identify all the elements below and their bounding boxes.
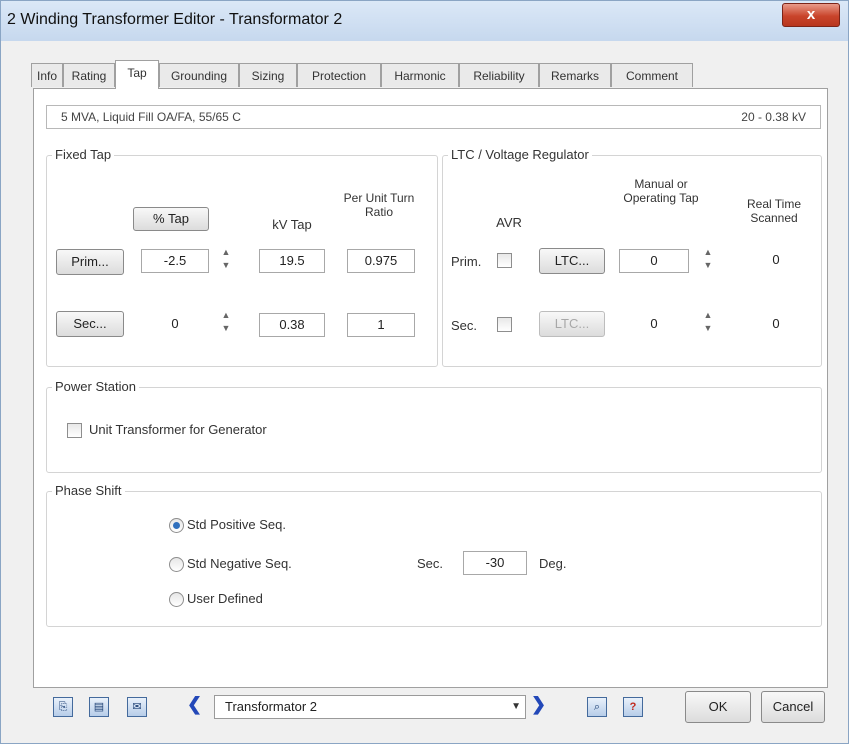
prim-turn-ratio-field[interactable]: 0.975 [347, 249, 415, 273]
cancel-button[interactable]: Cancel [761, 691, 825, 723]
transformer-editor-window: 2 Winding Transformer Editor - Transform… [0, 0, 849, 744]
help-icon[interactable]: ? [623, 697, 643, 717]
prim-ltc-button[interactable]: LTC... [539, 248, 605, 274]
ok-button[interactable]: OK [685, 691, 751, 723]
tab-rating[interactable]: Rating [63, 63, 115, 87]
deg-label: Deg. [539, 556, 567, 571]
prim-tap-spinner[interactable]: ▲ ▼ [219, 246, 233, 274]
prev-arrow-icon[interactable]: ❮ [187, 694, 202, 715]
user-defined-label[interactable]: User Defined [187, 591, 263, 606]
element-selector-value: Transformator 2 [225, 699, 317, 714]
tab-comment[interactable]: Comment [611, 63, 693, 87]
unit-transformer-label[interactable]: Unit Transformer for Generator [89, 422, 267, 437]
close-button[interactable]: x [782, 3, 840, 27]
sec-ltc-button[interactable]: LTC... [539, 311, 605, 337]
per-unit-header: Per Unit Turn Ratio [343, 191, 415, 219]
prim-button[interactable]: Prim... [56, 249, 124, 275]
prim-realtime-value: 0 [772, 252, 780, 267]
sec-manual-tap-field[interactable]: 0 [619, 313, 689, 337]
chevron-down-icon: ▼ [511, 701, 521, 712]
sec-realtime-value: 0 [772, 316, 780, 331]
std-negative-radio[interactable] [169, 557, 184, 572]
phase-shift-angle-field[interactable]: -30 [463, 551, 527, 575]
tab-reliability[interactable]: Reliability [459, 63, 539, 87]
prim-manual-tap-field[interactable]: 0 [619, 249, 689, 273]
phase-sec-label: Sec. [417, 556, 444, 571]
rating-summary: 5 MVA, Liquid Fill OA/FA, 55/65 C [61, 110, 241, 124]
title-bar: 2 Winding Transformer Editor - Transform… [1, 1, 848, 41]
tab-harmonic[interactable]: Harmonic [381, 63, 459, 87]
tab-info[interactable]: Info [31, 63, 63, 87]
sec-kv-tap-field[interactable]: 0.38 [259, 313, 325, 337]
sec-button[interactable]: Sec... [56, 311, 124, 337]
kv-tap-header: kV Tap [272, 217, 312, 232]
tab-sizing[interactable]: Sizing [239, 63, 297, 87]
rating-summary-box: 5 MVA, Liquid Fill OA/FA, 55/65 C 20 - 0… [46, 105, 821, 129]
element-selector[interactable]: Transformator 2 ▼ [214, 695, 526, 719]
avr-header: AVR [496, 215, 522, 230]
std-positive-radio[interactable] [169, 518, 184, 533]
fixed-tap-label: Fixed Tap [52, 147, 115, 162]
tab-grounding[interactable]: Grounding [159, 63, 239, 87]
sec-tap-spinner[interactable]: ▲ ▼ [219, 309, 233, 337]
sec-pct-tap-field[interactable]: 0 [141, 313, 209, 337]
power-station-label: Power Station [52, 379, 139, 394]
manual-tap-header: Manual or Operating Tap [623, 177, 699, 205]
unit-transformer-checkbox[interactable] [67, 423, 82, 438]
report-icon[interactable]: ✉ [127, 697, 147, 717]
prim-pct-tap-field[interactable]: -2.5 [141, 249, 209, 273]
ltc-sec-label: Sec. [451, 318, 478, 333]
prim-kv-tap-field[interactable]: 19.5 [259, 249, 325, 273]
ltc-prim-label: Prim. [451, 254, 482, 269]
find-icon[interactable]: ⌕ [587, 697, 607, 717]
voltage-summary: 20 - 0.38 kV [741, 110, 806, 124]
std-positive-label[interactable]: Std Positive Seq. [187, 517, 286, 532]
realtime-header: Real Time Scanned [746, 197, 802, 225]
prim-avr-checkbox[interactable] [497, 253, 512, 268]
std-negative-label[interactable]: Std Negative Seq. [187, 556, 292, 571]
prim-manual-tap-spinner[interactable]: ▲ ▼ [701, 246, 715, 274]
phase-shift-label: Phase Shift [52, 483, 125, 498]
next-arrow-icon[interactable]: ❯ [531, 694, 546, 715]
tab-protection[interactable]: Protection [297, 63, 381, 87]
sec-turn-ratio-field[interactable]: 1 [347, 313, 415, 337]
ltc-label: LTC / Voltage Regulator [448, 147, 592, 162]
pct-tap-button[interactable]: % Tap [133, 207, 209, 231]
user-defined-radio[interactable] [169, 592, 184, 607]
tab-remarks[interactable]: Remarks [539, 63, 611, 87]
window-title: 2 Winding Transformer Editor - Transform… [7, 11, 343, 28]
sec-manual-tap-spinner[interactable]: ▲ ▼ [701, 309, 715, 337]
copy-icon[interactable]: ⎘ [53, 697, 73, 717]
tab-tap[interactable]: Tap [115, 60, 159, 89]
sec-avr-checkbox[interactable] [497, 317, 512, 332]
paste-icon[interactable]: ▤ [89, 697, 109, 717]
